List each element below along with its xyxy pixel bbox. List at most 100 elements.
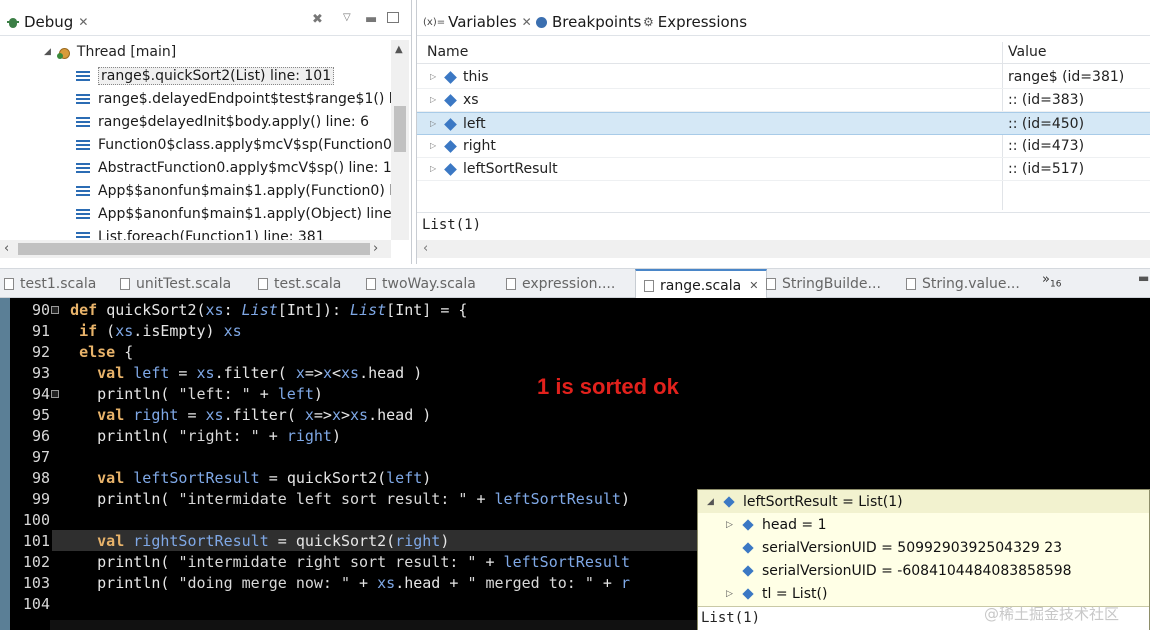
variables-icon: (x)=	[423, 16, 446, 28]
maximize-icon[interactable]	[387, 12, 399, 23]
field-icon	[742, 587, 754, 600]
horizontal-scrollbar[interactable]: ‹	[417, 240, 1150, 258]
thread-icon	[56, 45, 71, 59]
debug-view-tabbar: Debug ✕ ✖ ▽ ▬	[0, 0, 411, 36]
close-icon[interactable]: ✕	[78, 15, 88, 29]
code-line-98[interactable]: val leftSortResult = quickSort2(left)	[52, 468, 431, 489]
line-number: 104	[22, 595, 50, 613]
stack-frame-icon	[76, 139, 90, 150]
scroll-up-icon[interactable]: ▲	[395, 44, 403, 55]
variable-row-xs[interactable]: ▷ xs :: (id=383)	[417, 89, 1150, 112]
inspector-child-row[interactable]: ▷ head = 1	[698, 513, 827, 536]
editor-tab-active[interactable]: range.scala ✕	[635, 269, 768, 300]
variable-row-left[interactable]: ▷ left :: (id=450)	[417, 112, 1150, 135]
editor-tab[interactable]: twoWay.scala	[366, 269, 476, 298]
collapsed-triangle-icon[interactable]: ▷	[430, 119, 436, 128]
scroll-left-icon[interactable]: ‹	[4, 241, 9, 256]
minimize-icon[interactable]: ▬	[1138, 271, 1149, 285]
tab-debug[interactable]: Debug ✕	[2, 8, 92, 36]
scroll-right-icon[interactable]: ›	[373, 241, 378, 256]
code-line-96[interactable]: println( "right: " + right)	[52, 426, 341, 447]
variable-name: xs	[463, 92, 479, 108]
variable-row-this[interactable]: ▷ this range$ (id=381)	[417, 66, 1150, 89]
variable-value: :: (id=517)	[1008, 161, 1085, 177]
code-line-92[interactable]: else {	[52, 342, 133, 363]
stack-frame[interactable]: List.foreach(Function1) line: 381	[76, 225, 396, 240]
tab-breakpoints[interactable]: Breakpoints	[532, 8, 645, 36]
line-number: 97	[31, 448, 50, 466]
expanded-triangle-icon[interactable]: ◢	[44, 47, 51, 57]
column-value-header[interactable]: Value	[1008, 44, 1046, 60]
variable-row-right[interactable]: ▷ right :: (id=473)	[417, 135, 1150, 158]
stack-frame-icon	[76, 185, 90, 196]
editor-tab[interactable]: test.scala	[258, 269, 341, 298]
thread-node[interactable]: ◢ Thread [main]	[44, 42, 176, 62]
inspector-child-label: serialVersionUID = 5099290392504329 23	[762, 539, 1063, 556]
minimize-icon[interactable]: ▬	[365, 12, 377, 27]
collapsed-triangle-icon[interactable]: ▷	[430, 141, 436, 150]
line-number: 99	[31, 490, 50, 508]
stack-frame[interactable]: App$$anonfun$main$1.apply(Object) line: …	[76, 202, 396, 225]
overview-ruler[interactable]	[0, 298, 10, 630]
inspector-child-row[interactable]: serialVersionUID = -6084104484083858598	[698, 559, 1072, 582]
editor-tab[interactable]: unitTest.scala	[120, 269, 231, 298]
collapsed-triangle-icon[interactable]: ▷	[430, 95, 436, 104]
variable-detail-pane[interactable]: List(1)	[417, 212, 1150, 240]
code-line-103[interactable]: println( "doing merge now: " + xs.head +…	[52, 573, 630, 594]
stack-frame[interactable]: Function0$class.apply$mcV$sp(Function0) …	[76, 133, 396, 156]
stack-frame-icon	[76, 116, 90, 127]
scrollbar-thumb[interactable]	[394, 106, 406, 152]
code-line-91[interactable]: if (xs.isEmpty) xs	[52, 321, 242, 342]
close-icon[interactable]: ✕	[749, 279, 758, 292]
file-icon	[906, 277, 916, 290]
editor-horizontal-scrollbar[interactable]	[50, 620, 700, 630]
remove-terminated-icon[interactable]: ✖	[312, 12, 323, 27]
expanded-triangle-icon[interactable]: ◢	[707, 497, 717, 507]
editor-tab[interactable]: StringBuilde...	[766, 269, 881, 298]
variable-name: right	[463, 138, 496, 154]
close-icon[interactable]: ✕	[522, 15, 532, 29]
variable-row-leftSortResult[interactable]: ▷ leftSortResult :: (id=517)	[417, 158, 1150, 181]
variable-value: :: (id=473)	[1008, 138, 1085, 154]
code-line-94[interactable]: println( "left: " + left)	[52, 384, 323, 405]
tab-expressions[interactable]: ⚙ Expressions	[639, 8, 751, 36]
view-menu-icon[interactable]: ▽	[343, 12, 351, 23]
stack-frame-icon	[76, 93, 90, 104]
editor-tab[interactable]: String.value...	[906, 269, 1020, 298]
editor-tab[interactable]: expression....	[506, 269, 615, 298]
scrollbar-thumb[interactable]	[18, 243, 370, 255]
line-number-gutter: 90 91 92 93 94 95 96 97 98 99 100 101 10…	[10, 298, 59, 630]
tab-overflow-button[interactable]: »16	[1042, 272, 1061, 290]
inspector-child-row[interactable]: serialVersionUID = 5099290392504329 23	[698, 536, 1062, 559]
collapsed-triangle-icon[interactable]: ▷	[726, 589, 736, 599]
line-number: 93	[31, 364, 50, 382]
vertical-scrollbar[interactable]: ▲	[391, 40, 409, 240]
stack-frame[interactable]: AbstractFunction0.apply$mcV$sp() line: 1…	[76, 156, 396, 179]
code-line-90[interactable]: def quickSort2(xs: List[Int]): List[Int]…	[52, 300, 467, 321]
stack-frames-list: range$.quickSort2(List) line: 101 range$…	[76, 64, 396, 240]
editor-tab[interactable]: test1.scala	[4, 269, 96, 298]
line-number: 94	[31, 385, 50, 403]
stack-frame[interactable]: range$.delayedEndpoint$test$range$1() li…	[76, 87, 396, 110]
breakpoint-icon	[536, 16, 547, 28]
file-icon	[366, 277, 376, 290]
inspector-root-row[interactable]: ◢ leftSortResult = List(1)	[698, 490, 1149, 513]
collapsed-triangle-icon[interactable]: ▷	[430, 164, 436, 173]
column-name-header[interactable]: Name	[427, 44, 468, 60]
collapsed-triangle-icon[interactable]: ▷	[430, 72, 436, 81]
code-line-101[interactable]: val rightSortResult = quickSort2(right)	[52, 531, 449, 552]
code-line-93[interactable]: val left = xs.filter( x=>x<xs.head )	[52, 363, 422, 384]
code-line-95[interactable]: val right = xs.filter( x=>x>xs.head )	[52, 405, 431, 426]
stack-frame[interactable]: range$delayedInit$body.apply() line: 6	[76, 110, 396, 133]
scroll-left-icon[interactable]: ‹	[423, 241, 428, 256]
tab-variables[interactable]: (x)= Variables ✕	[419, 8, 536, 36]
stack-frame[interactable]: range$.quickSort2(List) line: 101	[76, 64, 396, 87]
collapsed-triangle-icon[interactable]: ▷	[726, 520, 736, 530]
stack-frame[interactable]: App$$anonfun$main$1.apply(Function0) lin	[76, 179, 396, 202]
inspector-child-label: serialVersionUID = -6084104484083858598	[762, 562, 1072, 579]
horizontal-scrollbar[interactable]: ‹ ›	[0, 240, 391, 258]
inspector-child-row[interactable]: ▷ tl = List()	[698, 582, 827, 605]
tab-expressions-label: Expressions	[657, 13, 748, 31]
code-line-102[interactable]: println( "intermidate right sort result:…	[52, 552, 630, 573]
code-line-99[interactable]: println( "intermidate left sort result: …	[52, 489, 630, 510]
